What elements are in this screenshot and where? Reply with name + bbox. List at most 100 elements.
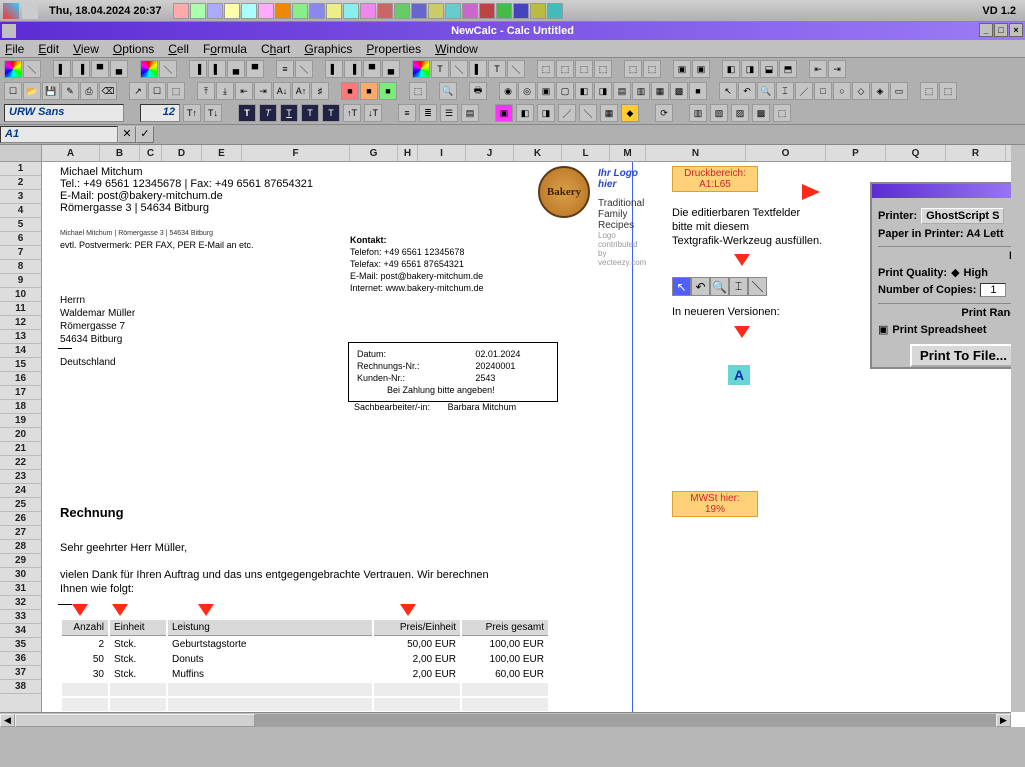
brush-icon[interactable]: ＼ [159, 60, 177, 78]
menu-view[interactable]: View [73, 42, 99, 56]
row-header[interactable]: 31 [0, 582, 41, 596]
row-header[interactable]: 36 [0, 652, 41, 666]
border-bottom-icon[interactable]: ▄ [110, 60, 128, 78]
row-header[interactable]: 4 [0, 204, 41, 218]
column-header[interactable]: L [562, 145, 610, 161]
row-header[interactable]: 26 [0, 512, 41, 526]
column-header[interactable]: P [826, 145, 886, 161]
font-name-input[interactable]: URW Sans [4, 104, 124, 122]
menu-formula[interactable]: Formula [203, 42, 247, 56]
copies-input[interactable]: 1 [980, 283, 1006, 297]
column-header[interactable]: J [466, 145, 514, 161]
print-dialog-titlebar[interactable] [872, 184, 1023, 198]
row-header[interactable]: 11 [0, 302, 41, 316]
confirm-edit-icon[interactable]: ✓ [136, 126, 154, 143]
column-header[interactable]: O [746, 145, 826, 161]
undo-icon[interactable]: ↶ [738, 82, 756, 100]
align-center-icon[interactable]: ≣ [419, 104, 437, 122]
scroll-thumb[interactable] [15, 714, 255, 727]
row-header[interactable]: 12 [0, 316, 41, 330]
scroll-right-icon[interactable]: ▶ [996, 714, 1011, 727]
row-header[interactable]: 37 [0, 666, 41, 680]
vertical-scrollbar[interactable] [1011, 145, 1025, 712]
border-left-icon[interactable]: ▌ [53, 60, 71, 78]
row-header[interactable]: 14 [0, 344, 41, 358]
underline-icon[interactable]: T [280, 104, 298, 122]
row-header[interactable]: 2 [0, 176, 41, 190]
row-header[interactable]: 34 [0, 624, 41, 638]
row-header[interactable]: 24 [0, 484, 41, 498]
menu-options[interactable]: Options [113, 42, 154, 56]
text-tool-a-icon[interactable]: A [728, 365, 750, 385]
print-to-file-button[interactable]: Print To File... [910, 344, 1017, 367]
font-size-up-icon[interactable]: T↑ [183, 104, 201, 122]
row-header[interactable]: 29 [0, 554, 41, 568]
chart-line-icon[interactable]: ▧ [710, 104, 728, 122]
menu-cell[interactable]: Cell [168, 42, 189, 56]
text-cursor-icon[interactable]: ⌶ [729, 277, 748, 296]
column-header[interactable]: G [350, 145, 398, 161]
row-header[interactable]: 13 [0, 330, 41, 344]
close-button[interactable]: × [1009, 23, 1023, 37]
select-icon[interactable]: ▣ [673, 60, 691, 78]
row-header[interactable]: 23 [0, 470, 41, 484]
horizontal-scrollbar[interactable]: ◀ ▶ [0, 712, 1011, 727]
row-header[interactable]: 18 [0, 400, 41, 414]
menu-edit[interactable]: Edit [38, 42, 59, 56]
font-size-input[interactable]: 12 [140, 104, 180, 122]
text-tool-icon[interactable]: T [431, 60, 449, 78]
row-header[interactable]: 1 [0, 162, 41, 176]
row-header[interactable]: 9 [0, 274, 41, 288]
row-header[interactable]: 8 [0, 260, 41, 274]
line-tool-icon[interactable]: ＼ [23, 60, 41, 78]
open-icon[interactable]: 📂 [23, 82, 41, 100]
column-header[interactable]: Q [886, 145, 946, 161]
border-top-icon[interactable]: ▀ [91, 60, 109, 78]
cell-grid[interactable]: Michael Mitchum Tel.: +49 6561 12345678 … [42, 162, 1025, 727]
column-header[interactable]: E [202, 145, 242, 161]
text-color-icon[interactable] [412, 60, 430, 78]
rotate-tool-icon[interactable]: ↶ [691, 277, 710, 296]
row-header[interactable]: 19 [0, 414, 41, 428]
system-menu-icon[interactable] [2, 24, 16, 38]
column-header[interactable]: B [100, 145, 140, 161]
row-header[interactable]: 22 [0, 456, 41, 470]
row-header[interactable]: 32 [0, 596, 41, 610]
column-header[interactable]: F [242, 145, 350, 161]
row-header[interactable]: 25 [0, 498, 41, 512]
minimize-button[interactable]: _ [979, 23, 993, 37]
range-radio[interactable]: ▣ [878, 323, 888, 336]
refresh-icon[interactable]: ⟳ [655, 104, 673, 122]
row-header[interactable]: 5 [0, 218, 41, 232]
row-header[interactable]: 15 [0, 358, 41, 372]
line-draw-icon[interactable]: ＼ [748, 277, 767, 296]
cancel-edit-icon[interactable]: ✕ [118, 126, 136, 143]
align-left-icon[interactable]: ≡ [398, 104, 416, 122]
menu-window[interactable]: Window [435, 42, 478, 56]
row-header[interactable]: 10 [0, 288, 41, 302]
app-menu-icon[interactable] [3, 3, 19, 19]
row-header[interactable]: 17 [0, 386, 41, 400]
row-header[interactable]: 30 [0, 568, 41, 582]
save-icon[interactable]: 💾 [42, 82, 60, 100]
bold-icon[interactable]: T [238, 104, 256, 122]
column-header[interactable]: N [646, 145, 746, 161]
select-all-corner[interactable] [0, 145, 41, 162]
row-header[interactable]: 28 [0, 540, 41, 554]
column-header[interactable]: A [42, 145, 100, 161]
border-right-icon[interactable]: ▐ [72, 60, 90, 78]
zoom-icon[interactable]: 🔍 [439, 82, 457, 100]
row-header[interactable]: 27 [0, 526, 41, 540]
fill-color-icon[interactable] [140, 60, 158, 78]
column-header[interactable]: D [162, 145, 202, 161]
printer-select[interactable]: GhostScript S [921, 208, 1004, 224]
row-header[interactable]: 7 [0, 246, 41, 260]
print-icon[interactable]: 🖶 [469, 82, 487, 100]
chart-bar-icon[interactable]: ▥ [689, 104, 707, 122]
quality-radio[interactable]: ◆ [951, 266, 959, 279]
color-picker-icon[interactable] [4, 60, 22, 78]
align-right-icon[interactable]: ☰ [440, 104, 458, 122]
row-header[interactable]: 38 [0, 680, 41, 694]
column-header[interactable]: M [610, 145, 646, 161]
pointer-tool-icon[interactable]: ↖ [672, 277, 691, 296]
